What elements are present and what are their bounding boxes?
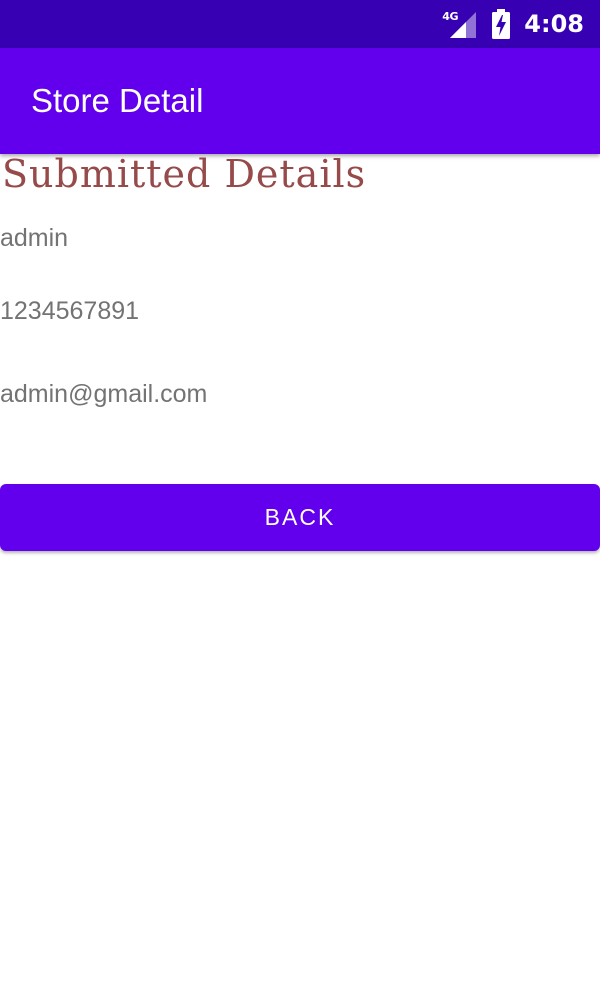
phone-number-value: 1234567891 [0, 297, 140, 325]
signal-indicator: 4G [442, 10, 477, 38]
email-value: admin@gmail.com [0, 380, 208, 408]
status-bar: 4G 4:08 [0, 0, 600, 48]
page-title: Store Detail [31, 82, 204, 119]
status-time: 4:08 [524, 10, 584, 38]
back-button[interactable]: BACK [0, 484, 600, 551]
battery-charging-icon [492, 9, 511, 39]
app-bar: Store Detail [0, 48, 600, 154]
store-name-value: admin [0, 224, 69, 252]
signal-icon [450, 12, 477, 38]
battery-indicator [492, 9, 511, 39]
submitted-details-heading: Submitted Details [2, 152, 367, 196]
